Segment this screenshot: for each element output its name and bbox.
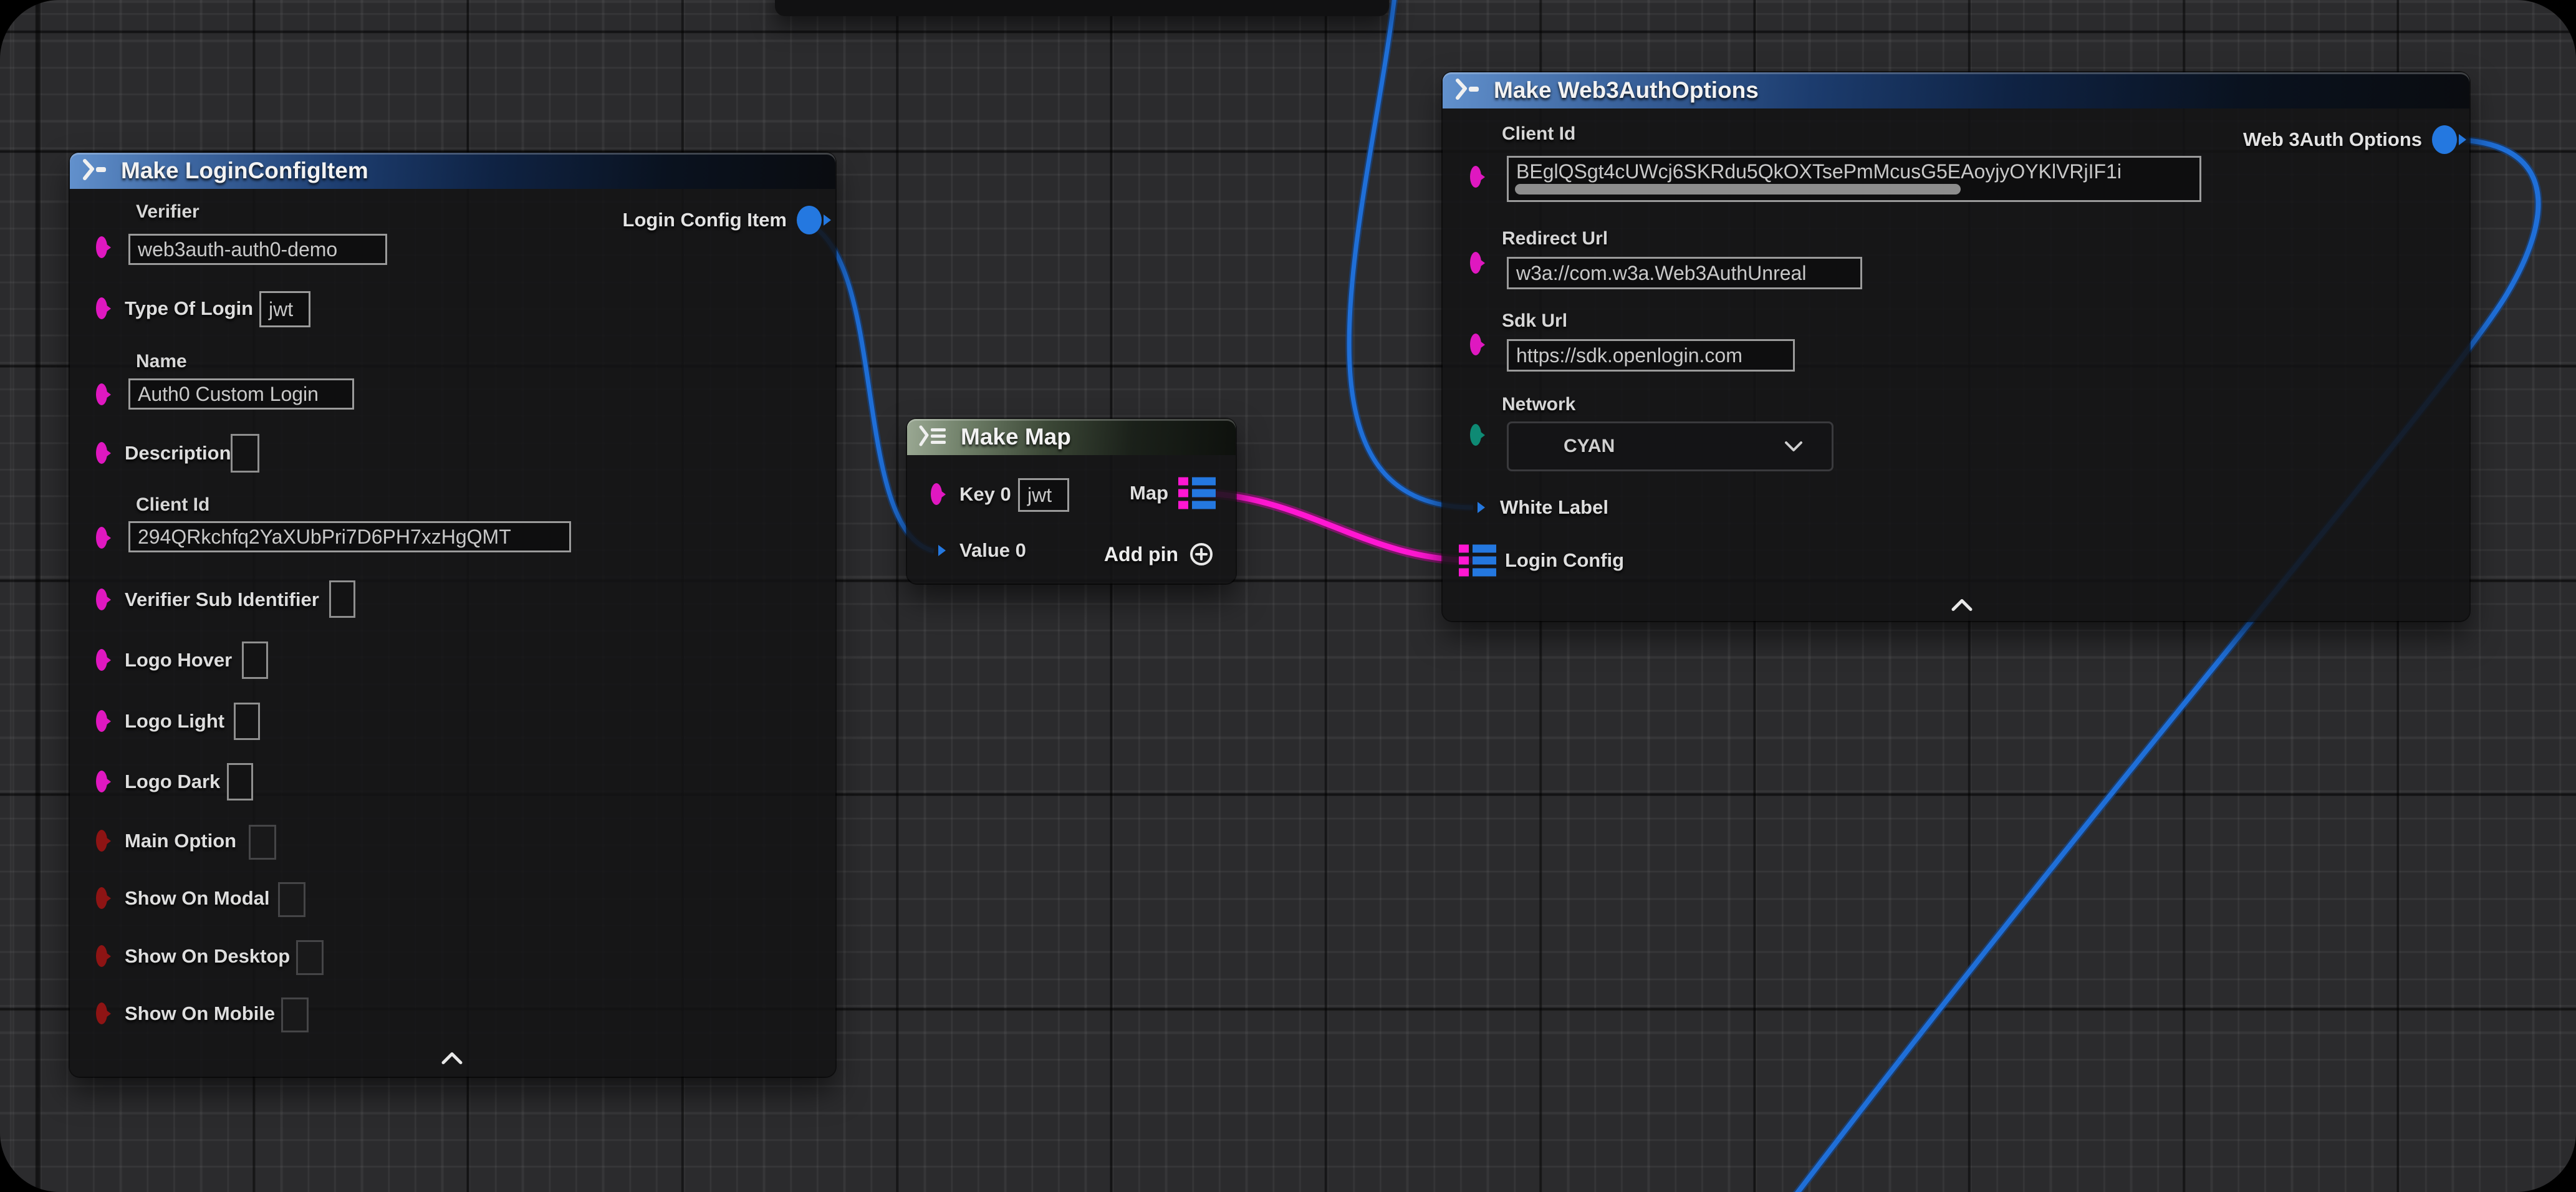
node-make-loginconfigitem[interactable]: Make LoginConfigItem Login Config Item V…	[70, 153, 835, 1077]
logo-light-input[interactable]	[234, 703, 260, 740]
main-option-label: Main Option	[125, 830, 236, 852]
client-id-label: Client Id	[1502, 123, 1575, 145]
logo-hover-label: Logo Hover	[125, 649, 232, 671]
description-pin[interactable]	[96, 448, 107, 459]
node-header-make-loginconfigitem[interactable]: Make LoginConfigItem	[70, 153, 835, 189]
web3auth-options-output-pin[interactable]	[2432, 125, 2457, 154]
redirect-url-pin[interactable]	[1470, 257, 1481, 269]
logo-dark-input[interactable]	[227, 763, 253, 800]
node-title: Make Map	[961, 424, 1071, 450]
key0-input[interactable]: jwt	[1018, 478, 1069, 512]
client-id-pin[interactable]	[96, 532, 107, 544]
login-config-label: Login Config	[1505, 549, 1624, 572]
add-pin-button[interactable]: Add pin	[1104, 541, 1214, 567]
name-input[interactable]: Auth0 Custom Login	[128, 378, 354, 410]
logo-light-label: Logo Light	[125, 710, 224, 733]
node-title: Make Web3AuthOptions	[1494, 77, 1759, 103]
network-label: Network	[1502, 394, 1575, 415]
sdk-url-label: Sdk Url	[1502, 310, 1567, 332]
map-output-label: Map	[1130, 482, 1168, 504]
verifier-sub-identifier-label: Verifier Sub Identifier	[125, 589, 319, 611]
collapse-node-chevron[interactable]	[440, 1050, 464, 1070]
output-pin-label: Web 3Auth Options	[2243, 128, 2422, 151]
show-on-mobile-label: Show On Mobile	[125, 1002, 275, 1025]
verifier-label: Verifier	[136, 201, 199, 223]
logo-dark-pin[interactable]	[96, 776, 107, 787]
type-of-login-input[interactable]: jwt	[259, 291, 310, 327]
network-pin[interactable]	[1470, 430, 1481, 441]
verifier-sub-identifier-input[interactable]	[329, 580, 355, 618]
client-id-value: BEglQSgt4cUWcj6SKRdu5QkOXTsePmMcusG5EAoy…	[1516, 160, 2122, 183]
description-label: Description	[125, 442, 231, 464]
type-of-login-label: Type Of Login	[125, 297, 253, 320]
key0-pin[interactable]	[931, 489, 942, 500]
node-title: Make LoginConfigItem	[121, 158, 368, 184]
output-login-config-item[interactable]: Login Config Item	[623, 206, 822, 234]
client-id-input[interactable]: BEglQSgt4cUWcj6SKRdu5QkOXTsePmMcusG5EAoy…	[1507, 156, 2201, 202]
show-on-mobile-pin[interactable]	[96, 1008, 107, 1019]
blueprint-editor-screenshot: Make LoginConfigItem Login Config Item V…	[0, 0, 2576, 1192]
logo-hover-pin[interactable]	[96, 655, 107, 666]
node-make-web3authoptions[interactable]: Make Web3AuthOptions Web 3Auth Options C…	[1443, 72, 2469, 621]
show-on-modal-checkbox[interactable]	[278, 882, 305, 917]
value0-label: Value 0	[959, 539, 1026, 562]
redirect-url-label: Redirect Url	[1502, 228, 1608, 249]
collapse-node-chevron[interactable]	[1949, 597, 1974, 617]
network-dropdown-value: CYAN	[1509, 436, 1615, 457]
chevron-down-icon	[1783, 440, 1804, 453]
show-on-modal-label: Show On Modal	[125, 887, 270, 910]
type-of-login-pin[interactable]	[96, 303, 107, 314]
make-struct-icon	[80, 158, 110, 183]
output-pin-label: Login Config Item	[623, 209, 787, 231]
name-pin[interactable]	[96, 389, 107, 400]
sdk-url-pin[interactable]	[1470, 339, 1481, 350]
node-make-map[interactable]: Make Map Key 0 jwt Map Value 0 Add pin	[907, 419, 1236, 584]
add-pin-plus-icon	[1188, 541, 1214, 567]
login-config-pin[interactable]	[1459, 545, 1496, 577]
logo-light-pin[interactable]	[96, 716, 107, 727]
map-output-pin[interactable]	[1178, 478, 1216, 509]
name-label: Name	[136, 351, 187, 372]
show-on-modal-pin[interactable]	[96, 893, 107, 904]
main-option-pin[interactable]	[96, 835, 107, 847]
main-option-checkbox[interactable]	[249, 825, 276, 860]
make-map-icon	[917, 425, 949, 449]
show-on-desktop-checkbox[interactable]	[296, 940, 324, 975]
offscreen-node-partial[interactable]	[775, 0, 1389, 16]
show-on-mobile-checkbox[interactable]	[281, 997, 309, 1032]
login-config-item-output-pin[interactable]	[797, 206, 822, 234]
verifier-sub-identifier-pin[interactable]	[96, 594, 107, 605]
logo-dark-label: Logo Dark	[125, 771, 220, 793]
sdk-url-input[interactable]: https://sdk.openlogin.com	[1507, 339, 1795, 372]
show-on-desktop-pin[interactable]	[96, 951, 107, 962]
client-id-scrollbar[interactable]	[1515, 184, 1961, 195]
verifier-pin[interactable]	[96, 242, 107, 253]
network-dropdown[interactable]: CYAN	[1507, 421, 1833, 471]
logo-hover-input[interactable]	[242, 642, 268, 679]
blueprint-graph-canvas[interactable]: Make LoginConfigItem Login Config Item V…	[0, 0, 2576, 1192]
description-input[interactable]	[231, 434, 259, 473]
make-struct-icon	[1453, 78, 1483, 103]
node-header-make-map[interactable]: Make Map	[907, 419, 1236, 455]
verifier-input[interactable]: web3auth-auth0-demo	[128, 234, 387, 265]
white-label-label: White Label	[1500, 496, 1608, 519]
node-header-make-web3authoptions[interactable]: Make Web3AuthOptions	[1443, 72, 2469, 108]
show-on-desktop-label: Show On Desktop	[125, 945, 290, 968]
client-id-label: Client Id	[136, 494, 209, 516]
key0-label: Key 0	[959, 483, 1011, 506]
output-web3auth-options[interactable]: Web 3Auth Options	[2243, 125, 2457, 154]
redirect-url-input[interactable]: w3a://com.w3a.Web3AuthUnreal	[1507, 257, 1862, 289]
add-pin-label: Add pin	[1104, 543, 1178, 566]
client-id-pin[interactable]	[1470, 171, 1481, 183]
client-id-input[interactable]: 294QRkchfq2YaXUbPri7D6PH7xzHgQMT	[128, 521, 571, 552]
